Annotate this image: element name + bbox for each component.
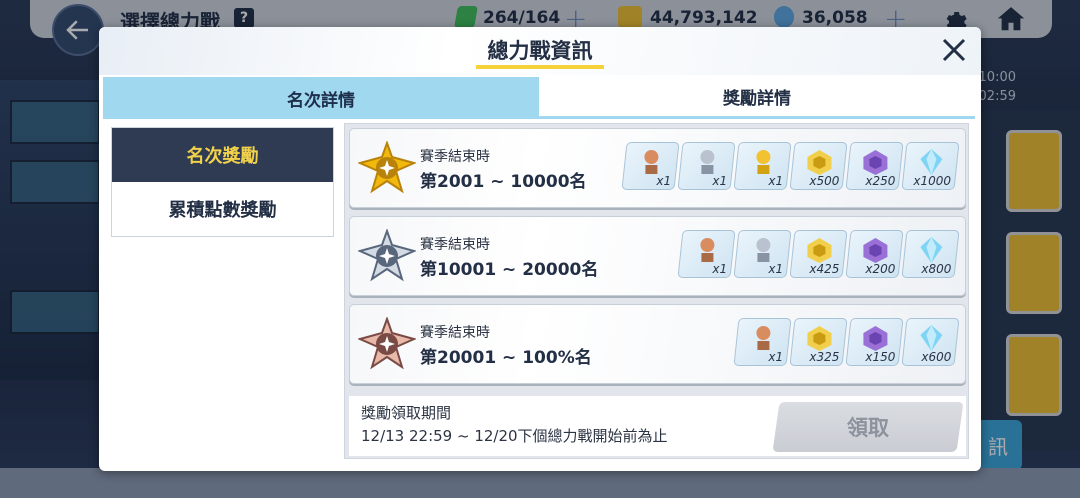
rank-range: 第2001 ~ 10000名 — [420, 172, 587, 192]
rank-list[interactable]: 賽季結束時 第20001 ~ 100%名 x1 x325 x150 x600 賽季結束時 第1… — [344, 123, 969, 459]
reward-quantity: x1 — [768, 174, 784, 188]
rank-condition: 賽季結束時 — [420, 149, 490, 165]
silver-medal-icon — [358, 229, 416, 282]
close-icon[interactable] — [939, 35, 969, 65]
blue-crystal-icon — [920, 325, 943, 351]
reward-quantity: x150 — [865, 350, 896, 364]
reward-item[interactable]: x325 — [789, 318, 848, 366]
reward-item[interactable]: x200 — [845, 230, 904, 278]
gold-chest-icon — [807, 326, 832, 351]
reward-item[interactable]: x1 — [733, 230, 792, 278]
gold-chest-icon — [807, 150, 832, 175]
reward-item[interactable]: x250 — [845, 142, 904, 190]
claim-footer: 獎勵領取期間 12/13 22:59 ~ 12/20下個總力戰開始前為止 領取 — [349, 396, 966, 456]
reward-list: x1 x1 x1 x500 x250 x1000 — [621, 142, 960, 190]
rank-row: 賽季結束時第10001 ~ 20000名 x1 x1 x425 x200 x800 — [349, 216, 966, 296]
tab-bar: 名次詳情 獎勵詳情 — [103, 77, 975, 119]
purple-chest-icon — [863, 238, 888, 263]
reward-quantity: x200 — [865, 262, 896, 276]
reward-item[interactable]: x1 — [677, 230, 736, 278]
reward-quantity: x325 — [809, 350, 840, 364]
rank-range: 第10001 ~ 20000名 — [420, 260, 599, 280]
reward-quantity: x1 — [768, 262, 784, 276]
silver-trophy-icon — [700, 150, 715, 174]
reward-list: x1 x1 x425 x200 x800 — [677, 230, 960, 278]
side-item-rank-rewards[interactable]: 名次獎勵 — [112, 128, 333, 182]
reward-item[interactable]: x500 — [789, 142, 848, 190]
side-item-points-rewards[interactable]: 累積點數獎勵 — [112, 182, 333, 236]
reward-list: x1 x325 x150 x600 — [733, 318, 960, 366]
bronze-trophy-icon — [644, 150, 659, 174]
reward-item[interactable]: x1 — [733, 142, 792, 190]
bronze-trophy-icon — [756, 326, 771, 350]
reward-quantity: x1 — [712, 174, 728, 188]
claim-button[interactable]: 領取 — [772, 402, 964, 452]
modal-header: 總力戰資訊 — [99, 27, 981, 75]
rank-condition: 賽季結束時 — [420, 237, 490, 253]
reward-item[interactable]: x1 — [621, 142, 680, 190]
reward-item[interactable]: x600 — [901, 318, 960, 366]
raid-info-modal: 總力戰資訊 名次詳情 獎勵詳情 名次獎勵 累積點數獎勵 賽季結束時第20001 … — [99, 27, 981, 471]
reward-item[interactable]: x1 — [677, 142, 736, 190]
reward-quantity: x1 — [656, 174, 672, 188]
gold-medal-icon — [358, 141, 416, 194]
reward-quantity: x1 — [712, 262, 728, 276]
tab-rank-details[interactable]: 名次詳情 — [103, 77, 539, 119]
tab-reward-details[interactable]: 獎勵詳情 — [539, 77, 975, 119]
reward-item[interactable]: x150 — [845, 318, 904, 366]
purple-chest-icon — [863, 326, 888, 351]
reward-quantity: x800 — [921, 262, 952, 276]
reward-item[interactable]: x800 — [901, 230, 960, 278]
rank-range: 第20001 ~ 100%名 — [420, 348, 592, 368]
reward-item[interactable]: x1000 — [901, 142, 960, 190]
side-menu: 名次獎勵 累積點數獎勵 — [111, 127, 334, 237]
claim-button-label: 領取 — [847, 416, 889, 440]
reward-item[interactable]: x1 — [733, 318, 792, 366]
blue-crystal-icon — [920, 149, 943, 175]
rank-row: 賽季結束時第2001 ~ 10000名 x1 x1 x1 x500 x250 x1000 — [349, 128, 966, 208]
blue-crystal-icon — [920, 237, 943, 263]
reward-item[interactable]: x425 — [789, 230, 848, 278]
claim-period-label: 獎勵領取期間 — [361, 404, 452, 422]
purple-chest-icon — [863, 150, 888, 175]
claim-period-value: 12/13 22:59 ~ 12/20下個總力戰開始前為止 — [361, 427, 668, 445]
reward-quantity: x425 — [809, 262, 840, 276]
silver-trophy-icon — [756, 238, 771, 262]
rank-row: 賽季結束時第20001 ~ 100%名 x1 x325 x150 x600 — [349, 304, 966, 384]
gold-chest-icon — [807, 238, 832, 263]
reward-quantity: x250 — [865, 174, 896, 188]
reward-quantity: x500 — [809, 174, 840, 188]
reward-quantity: x1 — [768, 350, 784, 364]
bronze-trophy-icon — [700, 238, 715, 262]
rank-condition: 賽季結束時 — [420, 325, 490, 341]
reward-quantity: x1000 — [913, 174, 952, 188]
gold-trophy-icon — [756, 150, 771, 174]
bronze-medal-icon — [358, 317, 416, 370]
modal-title: 總力戰資訊 — [487, 39, 593, 63]
reward-quantity: x600 — [921, 350, 952, 364]
title-underline — [476, 65, 604, 69]
